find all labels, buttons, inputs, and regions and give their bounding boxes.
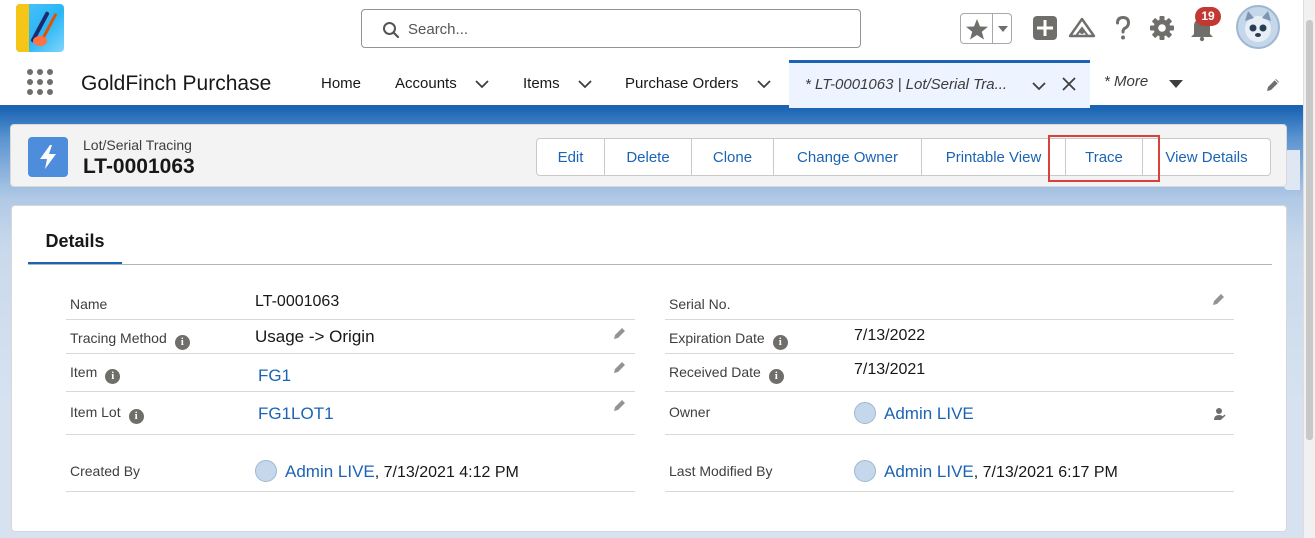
help-icon[interactable] xyxy=(1109,14,1137,42)
modified-date: , 7/13/2021 6:17 PM xyxy=(973,464,1118,481)
field-name: Name LT-0001063 xyxy=(66,286,635,320)
trailhead-icon[interactable] xyxy=(1068,14,1096,42)
nav-item-home[interactable]: Home xyxy=(321,60,361,108)
pencil-icon[interactable] xyxy=(612,359,628,375)
app-name: GoldFinch Purchase xyxy=(81,72,272,95)
field-last-modified-by: Last Modified By Admin LIVE, 7/13/2021 6… xyxy=(665,435,1234,492)
details-card: Details Name LT-0001063 Tracing Method i … xyxy=(11,205,1287,532)
pencil-icon[interactable] xyxy=(612,325,628,341)
field-value: 7/13/2022 xyxy=(854,327,926,344)
field-tracing-method: Tracing Method i Usage -> Origin xyxy=(66,320,635,354)
nav-item-label: Accounts xyxy=(395,75,457,92)
global-header: 19 xyxy=(0,0,1315,60)
field-label: Owner xyxy=(669,404,711,420)
delete-button[interactable]: Delete xyxy=(605,138,692,176)
nav-item-purchase-orders[interactable]: Purchase Orders xyxy=(625,60,771,108)
field-item: Item i FG1 xyxy=(66,354,635,392)
scrollbar[interactable] xyxy=(1303,0,1315,538)
field-expiration-date: Expiration Date i 7/13/2022 xyxy=(665,320,1234,354)
field-label: Serial No. xyxy=(669,296,731,312)
item-lot-link[interactable]: FG1LOT1 xyxy=(258,404,334,424)
field-label: Item xyxy=(70,364,98,380)
change-owner-button[interactable]: Change Owner xyxy=(774,138,922,176)
tab-label: * LT-0001063 | Lot/Serial Tra... xyxy=(805,76,1008,93)
search-input[interactable] xyxy=(408,18,838,40)
change-owner-icon[interactable] xyxy=(1211,406,1227,422)
info-icon[interactable]: i xyxy=(772,335,788,350)
field-received-date: Received Date i 7/13/2021 xyxy=(665,354,1234,392)
chevron-down-icon[interactable] xyxy=(578,79,592,89)
chevron-down-icon[interactable] xyxy=(475,79,489,89)
user-avatar[interactable] xyxy=(1236,5,1280,49)
gear-icon[interactable] xyxy=(1148,14,1176,42)
app-nav-bar: GoldFinch Purchase Home Accounts Items P… xyxy=(0,60,1315,108)
tab-details[interactable]: Details xyxy=(28,231,122,265)
user-avatar-small xyxy=(854,460,876,482)
app-logo[interactable] xyxy=(16,4,64,52)
info-icon[interactable]: i xyxy=(768,369,784,384)
view-details-button[interactable]: View Details xyxy=(1143,138,1271,176)
edit-button[interactable]: Edit xyxy=(536,138,605,176)
search-icon xyxy=(383,22,400,39)
chevron-down-icon[interactable] xyxy=(756,79,771,89)
chevron-down-icon[interactable] xyxy=(996,22,1010,36)
pencil-icon[interactable] xyxy=(612,397,628,413)
last-modified-user-link[interactable]: Admin LIVE xyxy=(884,462,974,481)
global-search[interactable] xyxy=(361,9,861,48)
field-label: Last Modified By xyxy=(669,463,773,479)
record-type-label: Lot/Serial Tracing xyxy=(83,137,192,153)
field-label: Received Date xyxy=(669,364,761,380)
nav-item-accounts[interactable]: Accounts xyxy=(395,60,489,108)
star-icon[interactable] xyxy=(964,17,990,41)
lightning-icon xyxy=(28,137,68,177)
clone-button[interactable]: Clone xyxy=(692,138,774,176)
record-actions: Edit Delete Clone Change Owner Printable… xyxy=(536,138,1271,176)
tab-lot-serial-record[interactable]: * LT-0001063 | Lot/Serial Tra... xyxy=(789,60,1090,108)
field-created-by: Created By Admin LIVE, 7/13/2021 4:12 PM xyxy=(66,435,635,492)
nav-item-label: Purchase Orders xyxy=(625,75,739,92)
nav-item-label: Home xyxy=(321,75,362,92)
tab-divider xyxy=(28,264,1272,265)
printable-view-button[interactable]: Printable View xyxy=(922,138,1066,176)
favorites-group[interactable] xyxy=(960,13,1012,44)
item-link[interactable]: FG1 xyxy=(258,366,291,386)
field-value: 7/13/2021 xyxy=(854,361,926,378)
owner-user-link[interactable]: Admin LIVE xyxy=(884,404,974,423)
created-by-user-link[interactable]: Admin LIVE xyxy=(285,462,375,481)
record-name: LT-0001063 xyxy=(83,155,195,178)
info-icon[interactable]: i xyxy=(174,335,190,350)
trace-highlight-box xyxy=(1048,135,1160,182)
nav-more[interactable]: * More xyxy=(1104,73,1148,90)
close-icon[interactable] xyxy=(1061,76,1077,92)
notification-badge: 19 xyxy=(1195,7,1221,26)
record-highlights: Lot/Serial Tracing LT-0001063 Edit Delet… xyxy=(10,124,1287,187)
field-value: LT-0001063 xyxy=(255,293,340,310)
add-icon[interactable] xyxy=(1031,14,1059,42)
field-label: Item Lot xyxy=(70,404,121,420)
field-label: Expiration Date xyxy=(669,330,765,346)
user-avatar-small xyxy=(854,402,876,424)
field-value: Usage -> Origin xyxy=(255,327,375,346)
pencil-icon[interactable] xyxy=(1211,291,1227,307)
app-launcher-icon[interactable] xyxy=(26,68,54,96)
info-icon[interactable]: i xyxy=(128,409,144,424)
field-label: Created By xyxy=(70,463,141,479)
field-owner: Owner Admin LIVE xyxy=(665,392,1234,435)
field-serial-no: Serial No. xyxy=(665,286,1234,320)
caret-down-icon[interactable] xyxy=(1168,78,1184,90)
chevron-down-icon[interactable] xyxy=(1032,81,1046,91)
nav-item-items[interactable]: Items xyxy=(523,60,592,108)
created-date: , 7/13/2021 4:12 PM xyxy=(374,464,519,481)
user-avatar-small xyxy=(255,460,277,482)
info-icon[interactable]: i xyxy=(105,369,121,384)
field-label: Tracing Method xyxy=(70,330,167,346)
field-item-lot: Item Lot i FG1LOT1 xyxy=(66,392,635,435)
edit-nav-icon[interactable] xyxy=(1264,76,1282,94)
field-label: Name xyxy=(70,296,108,312)
nav-item-label: Items xyxy=(523,75,560,92)
